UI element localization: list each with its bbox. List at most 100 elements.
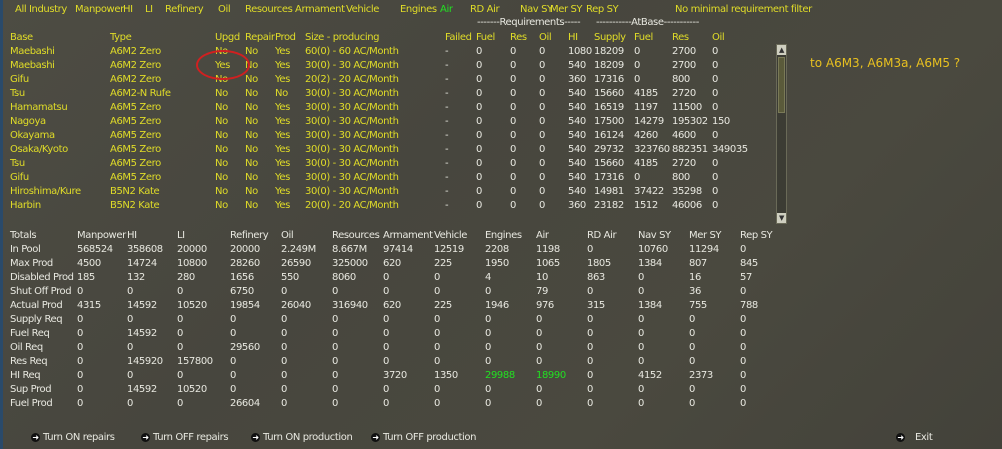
table-cell[interactable]: No bbox=[215, 200, 228, 212]
base-name[interactable]: Nagoya bbox=[10, 116, 46, 128]
table-cell[interactable]: Yes bbox=[275, 46, 290, 58]
table-cell[interactable]: No bbox=[245, 200, 258, 212]
totals-cell: 0 bbox=[434, 342, 440, 353]
totals-cell: 0 bbox=[77, 342, 83, 353]
menu-item-li[interactable]: LI bbox=[145, 4, 153, 16]
exit-button[interactable]: ➜ Exit bbox=[896, 432, 933, 443]
column-header[interactable]: Fuel bbox=[634, 32, 653, 44]
table-cell[interactable]: No bbox=[215, 130, 228, 142]
column-header[interactable]: Oil bbox=[539, 32, 552, 44]
scroll-thumb[interactable] bbox=[778, 57, 785, 113]
menu-item-vehicle[interactable]: Vehicle bbox=[346, 4, 379, 16]
table-cell: 0 bbox=[539, 130, 545, 141]
base-name[interactable]: Osaka/Kyoto bbox=[10, 144, 68, 156]
table-cell[interactable]: Yes bbox=[275, 144, 290, 156]
menu-item-rd-air[interactable]: RD Air bbox=[470, 4, 500, 16]
totals-cell: 0 bbox=[332, 384, 338, 395]
table-cell[interactable]: No bbox=[215, 144, 228, 156]
menu-item-no-minimal-requirement-filter[interactable]: No minimal requirement filter bbox=[675, 4, 812, 16]
totals-cell: 0 bbox=[638, 384, 644, 395]
column-header[interactable]: Upgd bbox=[215, 32, 240, 44]
base-name[interactable]: Maebashi bbox=[10, 60, 55, 72]
table-cell[interactable]: No bbox=[245, 46, 258, 58]
industry-screen: All Industry Manpower HI LI Refinery Oil Resou… bbox=[0, 0, 1002, 449]
scroll-up-icon[interactable]: ▲ bbox=[777, 45, 786, 55]
table-cell[interactable]: Yes bbox=[275, 102, 290, 114]
column-header[interactable]: Size - producing bbox=[305, 32, 380, 44]
menu-item-hi[interactable]: HI bbox=[123, 4, 133, 16]
table-cell: A6M5 Zero bbox=[110, 158, 161, 169]
menu-item-refinery[interactable]: Refinery bbox=[165, 4, 204, 16]
turn-off-repairs-button[interactable]: ➜ Turn OFF repairs bbox=[141, 432, 229, 443]
table-cell[interactable]: No bbox=[215, 116, 228, 128]
table-cell: 0 bbox=[510, 158, 516, 169]
table-cell[interactable]: No bbox=[245, 130, 258, 142]
totals-cell: 0 bbox=[740, 244, 746, 255]
table-cell[interactable]: No bbox=[245, 144, 258, 156]
column-header[interactable]: Failed bbox=[445, 32, 472, 44]
table-cell[interactable]: No bbox=[215, 158, 228, 170]
base-name[interactable]: Maebashi bbox=[10, 46, 55, 58]
totals-cell: 26040 bbox=[281, 300, 311, 311]
totals-cell: 3720 bbox=[383, 370, 407, 381]
turn-on-repairs-button[interactable]: ➜ Turn ON repairs bbox=[31, 432, 115, 443]
base-name[interactable]: Tsu bbox=[10, 88, 25, 100]
table-cell[interactable]: Yes bbox=[275, 60, 290, 72]
turn-on-production-button[interactable]: ➜ Turn ON production bbox=[251, 432, 353, 443]
menu-item-resources[interactable]: Resources bbox=[245, 4, 293, 16]
table-scrollbar[interactable]: ▲ ▼ bbox=[776, 44, 787, 224]
table-cell[interactable]: No bbox=[245, 116, 258, 128]
table-cell[interactable]: Yes bbox=[275, 200, 290, 212]
table-cell: 800 bbox=[672, 74, 690, 85]
table-cell[interactable]: No bbox=[245, 158, 258, 170]
table-cell[interactable]: No bbox=[215, 102, 228, 114]
base-name[interactable]: Hamamatsu bbox=[10, 102, 68, 114]
table-cell[interactable]: Yes bbox=[275, 172, 290, 184]
menu-item-all-industry[interactable]: All Industry bbox=[15, 4, 67, 16]
base-name[interactable]: Tsu bbox=[10, 158, 25, 170]
table-cell[interactable]: Yes bbox=[275, 158, 290, 170]
menu-item-manpower[interactable]: Manpower bbox=[75, 4, 124, 16]
column-header[interactable]: Supply bbox=[594, 32, 626, 44]
column-header[interactable]: Type bbox=[110, 32, 132, 44]
base-name[interactable]: Gifu bbox=[10, 172, 29, 184]
menu-item-engines[interactable]: Engines bbox=[400, 4, 437, 16]
requirements-group-header: -------Requirements----- bbox=[477, 17, 581, 28]
turn-off-production-button[interactable]: ➜ Turn OFF production bbox=[371, 432, 476, 443]
table-cell[interactable]: No bbox=[275, 88, 288, 100]
column-header[interactable]: Fuel bbox=[476, 32, 495, 44]
menu-item-nav-sy[interactable]: Nav SY bbox=[520, 4, 553, 16]
column-header[interactable]: Base bbox=[10, 32, 33, 44]
menu-item-mer-sy[interactable]: Mer SY bbox=[550, 4, 583, 16]
table-cell[interactable]: No bbox=[245, 172, 258, 184]
column-header[interactable]: HI bbox=[568, 32, 578, 44]
column-header[interactable]: Oil bbox=[712, 32, 725, 44]
table-cell[interactable]: Yes bbox=[275, 130, 290, 142]
menu-item-rep-sy[interactable]: Rep SY bbox=[586, 4, 619, 16]
table-cell[interactable]: No bbox=[215, 172, 228, 184]
table-cell[interactable]: Yes bbox=[275, 186, 290, 198]
totals-cell: 0 bbox=[587, 356, 593, 367]
table-cell[interactable]: No bbox=[245, 102, 258, 114]
table-cell[interactable]: No bbox=[215, 186, 228, 198]
table-cell[interactable]: Yes bbox=[275, 74, 290, 86]
table-cell[interactable]: No bbox=[245, 88, 258, 100]
menu-item-air[interactable]: Air bbox=[440, 4, 453, 16]
column-header[interactable]: Res bbox=[510, 32, 527, 44]
column-header[interactable]: Res bbox=[672, 32, 689, 44]
table-cell[interactable]: No bbox=[245, 186, 258, 198]
base-name[interactable]: Hiroshima/Kure bbox=[10, 186, 81, 198]
menu-item-oil[interactable]: Oil bbox=[218, 4, 231, 16]
base-name[interactable]: Gifu bbox=[10, 74, 29, 86]
table-cell[interactable]: Yes bbox=[275, 116, 290, 128]
table-cell[interactable]: No bbox=[245, 74, 258, 86]
column-header[interactable]: Repair bbox=[245, 32, 275, 44]
table-cell: A6M5 Zero bbox=[110, 116, 161, 127]
column-header[interactable]: Prod bbox=[275, 32, 296, 44]
table-cell[interactable]: No bbox=[215, 88, 228, 100]
base-name[interactable]: Okayama bbox=[10, 130, 55, 142]
scroll-down-icon[interactable]: ▼ bbox=[777, 213, 786, 223]
base-name[interactable]: Harbin bbox=[10, 200, 41, 212]
menu-item-armament[interactable]: Armament bbox=[295, 4, 345, 16]
totals-cell: 0 bbox=[77, 286, 83, 297]
